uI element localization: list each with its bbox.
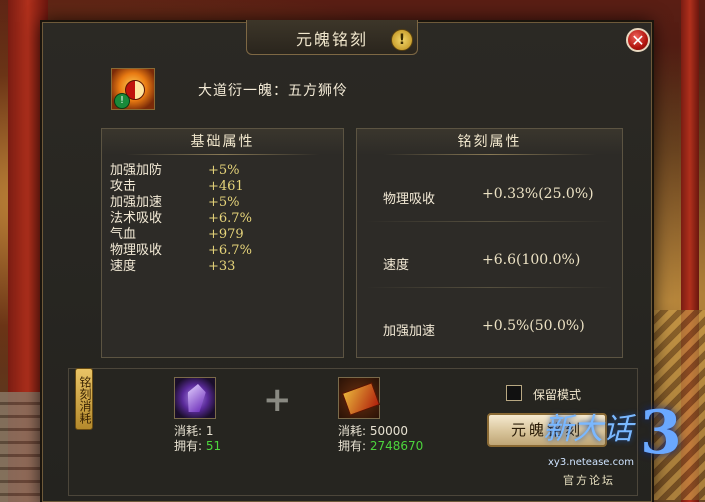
- inscription-attributes-header: 铭刻属性: [357, 129, 622, 155]
- inscription-attr-value: +0.5%(50.0%): [482, 318, 585, 334]
- cost-line: 消耗: 50000: [338, 424, 423, 439]
- watermark-url: xy3.netease.com: [548, 457, 634, 468]
- inscription-attr-value: +0.33%(25.0%): [482, 186, 594, 202]
- inscription-attr-name: 速度: [383, 258, 410, 273]
- owned-line: 拥有: 51: [174, 439, 221, 454]
- cost-label: 消耗:: [338, 424, 367, 438]
- attr-row: 加强加防 +5%: [110, 163, 252, 179]
- attr-name: 物理吸收: [110, 243, 163, 258]
- attr-row: 加强加速 +5%: [110, 195, 252, 211]
- owned-label: 拥有:: [174, 439, 203, 453]
- watermark-logo: 新大话: [543, 412, 633, 447]
- watermark-subtitle: 官方论坛: [563, 474, 615, 487]
- attr-name: 加强加速: [110, 195, 163, 210]
- keep-mode-checkbox[interactable]: [506, 385, 522, 401]
- attr-row: 法术吸收 +6.7%: [110, 211, 252, 227]
- keep-mode-label[interactable]: 保留模式: [533, 386, 581, 403]
- attr-row: 物理吸收 +6.7%: [110, 243, 252, 259]
- inscription-attr-value: +6.6(100.0%): [482, 252, 581, 268]
- close-button[interactable]: ✕: [626, 28, 650, 52]
- attr-name: 气血: [110, 227, 137, 242]
- attr-row: 气血 +979: [110, 227, 252, 243]
- attr-name: 加强加防: [110, 163, 163, 178]
- attr-value: +5%: [208, 195, 240, 210]
- cost-line: 消耗: 1: [174, 424, 221, 439]
- soul-item-icon[interactable]: !: [111, 68, 155, 110]
- attr-value: +461: [208, 179, 244, 194]
- row-divider: [366, 287, 612, 288]
- attr-value: +6.7%: [208, 211, 252, 226]
- cost-value: 1: [205, 424, 214, 438]
- attr-value: +33: [208, 259, 236, 274]
- attr-name: 攻击: [110, 179, 137, 194]
- attr-row: 攻击 +461: [110, 179, 252, 195]
- attr-name: 法术吸收: [110, 211, 163, 226]
- material-cost: 消耗: 50000 拥有: 2748670: [338, 424, 423, 454]
- watermark-digit: 3: [640, 398, 682, 468]
- inscription-attr-name: 加强加速: [383, 324, 436, 339]
- owned-line: 拥有: 2748670: [338, 439, 423, 454]
- row-divider: [366, 221, 612, 222]
- gem-shape: [185, 384, 207, 412]
- info-icon[interactable]: !: [391, 29, 413, 51]
- purple-gem-icon[interactable]: [174, 377, 216, 419]
- plus-icon: +: [263, 380, 292, 420]
- inscription-attr-name: 物理吸收: [383, 192, 436, 207]
- item-badge: !: [114, 93, 130, 109]
- book-shape: [341, 382, 381, 416]
- inscription-row: 加强加速 +0.5%(50.0%): [357, 296, 621, 362]
- basic-attributes-header: 基础属性: [102, 129, 343, 155]
- scroll-book-icon[interactable]: [338, 377, 381, 419]
- attr-value: +6.7%: [208, 243, 252, 258]
- attr-row: 速度 +33: [110, 259, 252, 275]
- cost-value: 50000: [369, 424, 409, 438]
- dialog-title: 元魄铭刻: [296, 30, 369, 49]
- attr-name: 速度: [110, 259, 137, 274]
- owned-value: 51: [205, 439, 222, 453]
- item-name: 大道衍一魄：五方狮伶: [198, 83, 348, 99]
- attr-value: +5%: [208, 163, 240, 178]
- inscription-cost-label: 铭刻消耗: [75, 368, 93, 430]
- cost-label: 消耗:: [174, 424, 203, 438]
- owned-label: 拥有:: [338, 439, 367, 453]
- attr-value: +979: [208, 227, 244, 242]
- basic-attributes-list: 加强加防 +5% 攻击 +461 加强加速 +5% 法术吸收 +6.7% 气血 +979 …: [110, 163, 252, 275]
- material-cost: 消耗: 1 拥有: 51: [174, 424, 221, 454]
- owned-value: 2748670: [369, 439, 424, 453]
